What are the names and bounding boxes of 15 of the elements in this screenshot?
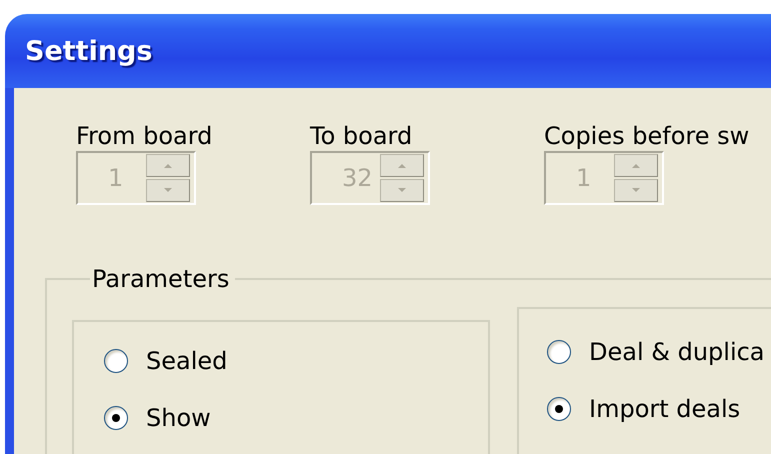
radio-option[interactable]: Show [74, 389, 488, 446]
radio-option[interactable]: Sealed [74, 332, 488, 389]
down-arrow-icon [164, 188, 172, 193]
field-label: Copies before sw [544, 121, 750, 151]
group-title: Parameters [91, 265, 230, 293]
up-arrow-icon [398, 163, 406, 168]
down-arrow-icon [398, 188, 406, 193]
window-title: Settings [25, 36, 152, 66]
radio-option[interactable]: Deal & duplica [519, 323, 771, 380]
up-arrow-icon [632, 163, 640, 168]
radio-option[interactable]: Import deals [519, 380, 771, 437]
up-arrow-icon [164, 163, 172, 168]
field-label: To board [310, 121, 412, 151]
down-arrow-icon [632, 188, 640, 193]
field-label: From board [76, 121, 212, 151]
